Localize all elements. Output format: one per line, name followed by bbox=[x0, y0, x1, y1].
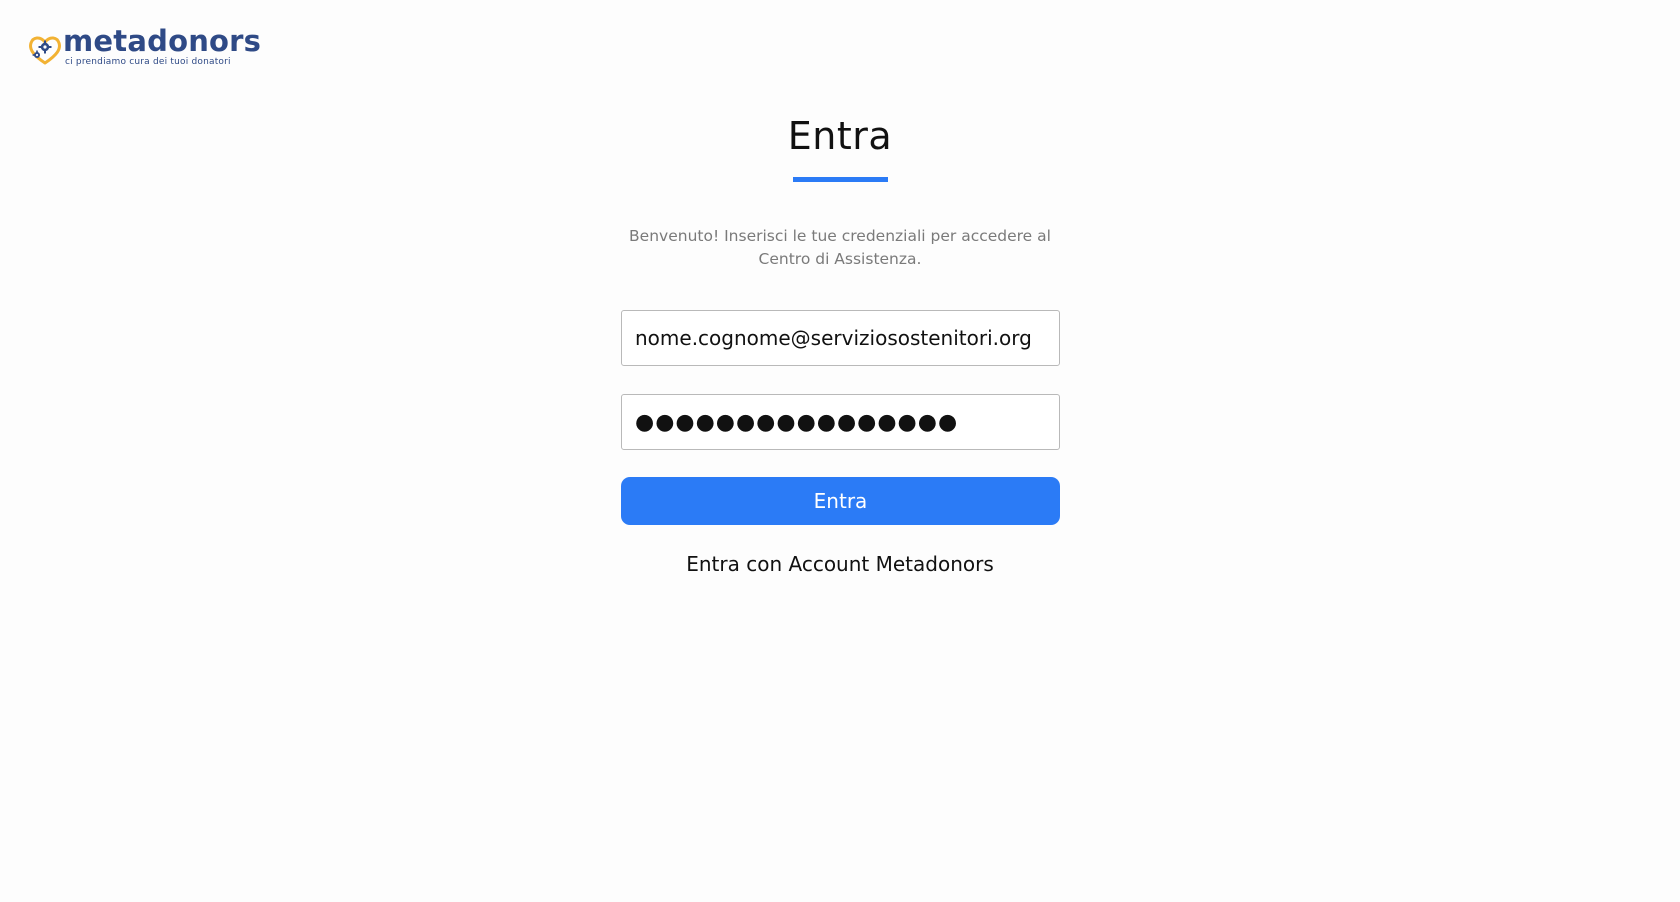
email-field[interactable] bbox=[621, 310, 1060, 366]
login-button[interactable]: Entra bbox=[621, 477, 1060, 525]
heart-gears-logo-icon bbox=[29, 36, 61, 65]
page-title: Entra bbox=[787, 114, 893, 158]
brand-text: metadonors ci prendiamo cura dei tuoi do… bbox=[63, 27, 261, 67]
intro-text: Benvenuto! Inserisci le tue credenziali … bbox=[629, 226, 1051, 268]
brand-tagline: ci prendiamo cura dei tuoi donatori bbox=[65, 57, 231, 67]
login-page: metadonors ci prendiamo cura dei tuoi do… bbox=[0, 0, 1680, 902]
brand-name: metadonors bbox=[63, 24, 262, 58]
title-underline bbox=[793, 177, 888, 182]
metadonors-account-login-link[interactable]: Entra con Account Metadonors bbox=[0, 552, 1680, 576]
title-container: Entra bbox=[0, 112, 1680, 160]
brand-logo[interactable]: metadonors ci prendiamo cura dei tuoi do… bbox=[29, 27, 261, 67]
password-field[interactable] bbox=[621, 394, 1060, 450]
